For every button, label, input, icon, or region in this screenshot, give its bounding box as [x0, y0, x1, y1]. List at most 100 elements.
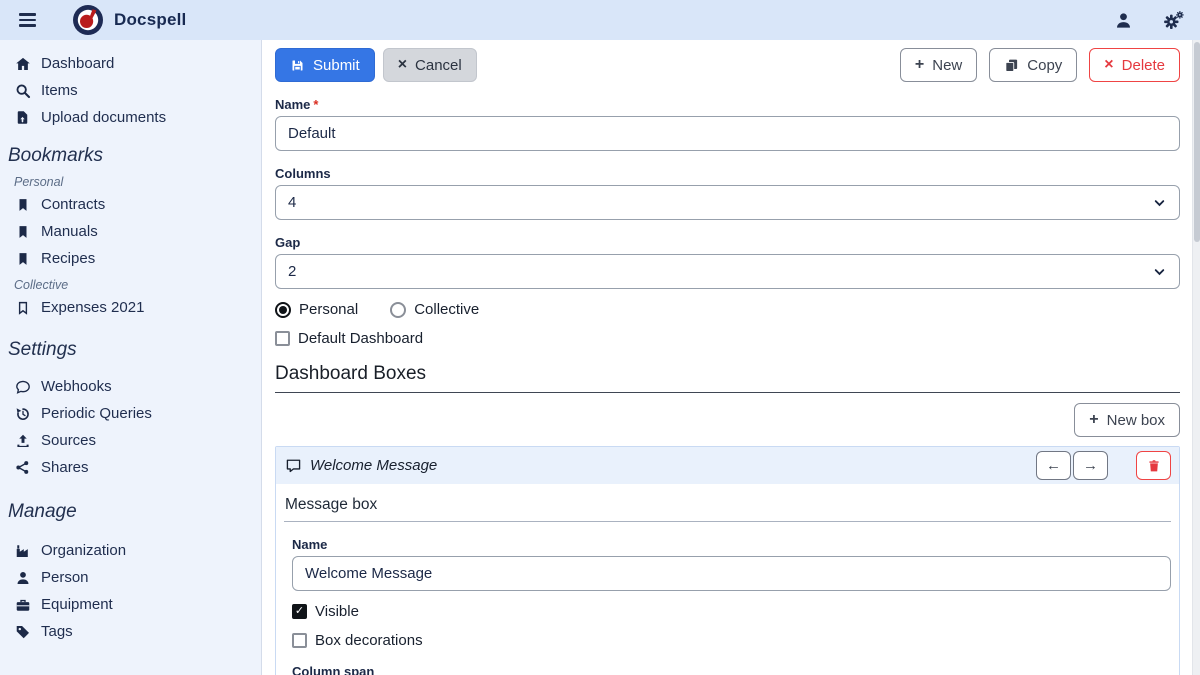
sidebar-item-label: Items: [41, 82, 78, 99]
new-box-button[interactable]: + New box: [1074, 403, 1180, 437]
visible-label: Visible: [315, 603, 359, 620]
submit-button[interactable]: Submit: [275, 48, 375, 82]
collective-radio[interactable]: [390, 302, 406, 318]
sidebar-item-manuals[interactable]: Manuals: [0, 218, 261, 245]
box-decorations-checkbox[interactable]: [292, 633, 307, 648]
sidebar-item-contracts[interactable]: Contracts: [0, 191, 261, 218]
delete-button[interactable]: × Delete: [1089, 48, 1180, 82]
trash-icon: [1147, 459, 1161, 473]
box-name-label: Name: [292, 537, 1171, 552]
personal-radio[interactable]: [275, 302, 291, 318]
user-icon[interactable]: [1110, 7, 1136, 33]
move-box-left-button[interactable]: ←: [1036, 451, 1071, 480]
dashboard-boxes-heading: Dashboard Boxes: [275, 363, 1180, 393]
plus-icon: +: [1089, 412, 1098, 428]
main-content: Submit × Cancel + New Copy × Dele: [262, 40, 1200, 675]
bookmark-icon: [14, 223, 31, 240]
person-icon: [14, 569, 31, 586]
file-upload-icon: [14, 109, 31, 126]
default-dashboard-row: Default Dashboard: [275, 330, 1180, 347]
sidebar-item-periodic-queries[interactable]: Periodic Queries: [0, 400, 261, 427]
cancel-button[interactable]: × Cancel: [383, 48, 477, 82]
comment-icon: [285, 457, 302, 474]
sidebar-item-label: Periodic Queries: [41, 405, 152, 422]
plus-icon: +: [915, 57, 924, 73]
box-decorations-label: Box decorations: [315, 632, 423, 649]
save-icon: [290, 58, 305, 73]
bookmark-group-collective: Collective: [0, 272, 261, 294]
arrow-left-icon: ←: [1046, 457, 1061, 474]
menu-icon[interactable]: [14, 7, 40, 33]
sidebar-item-label: Dashboard: [41, 55, 114, 72]
sidebar-item-label: Person: [41, 569, 89, 586]
vertical-scrollbar[interactable]: [1192, 40, 1200, 675]
sidebar-item-label: Tags: [41, 623, 73, 640]
chevron-down-icon: [1153, 265, 1166, 278]
dashboard-box-panel: Welcome Message ← → Message box Name Wel…: [275, 446, 1180, 675]
default-dashboard-label: Default Dashboard: [298, 330, 423, 347]
columns-label: Columns: [275, 166, 1180, 181]
cogs-icon[interactable]: [1160, 7, 1186, 33]
sidebar-item-person[interactable]: Person: [0, 564, 261, 591]
sidebar-item-tags[interactable]: Tags: [0, 618, 261, 645]
app-title: Docspell: [114, 10, 186, 30]
sidebar-section-bookmarks: Bookmarks: [0, 145, 261, 169]
sidebar-item-label: Sources: [41, 432, 96, 449]
sidebar-item-label: Contracts: [41, 196, 105, 213]
arrow-right-icon: →: [1083, 457, 1098, 474]
move-box-right-button[interactable]: →: [1073, 451, 1108, 480]
gap-select[interactable]: 2: [275, 254, 1180, 289]
name-input[interactable]: Default: [275, 116, 1180, 151]
sidebar-item-equipment[interactable]: Equipment: [0, 591, 261, 618]
box-decorations-row: Box decorations: [292, 632, 1171, 649]
sidebar-item-shares[interactable]: Shares: [0, 454, 261, 481]
scope-radio-group: Personal Collective: [275, 301, 1180, 318]
sidebar-item-recipes[interactable]: Recipes: [0, 245, 261, 272]
sidebar-item-label: Upload documents: [41, 109, 166, 126]
required-asterisk: *: [313, 97, 318, 112]
visible-checkbox[interactable]: ✓: [292, 604, 307, 619]
sidebar-item-dashboard[interactable]: Dashboard: [0, 50, 261, 77]
visible-row: ✓ Visible: [292, 603, 1171, 620]
sidebar-item-label: Organization: [41, 542, 126, 559]
gap-label: Gap: [275, 235, 1180, 250]
box-type-label: Message box: [284, 492, 1171, 522]
box-panel-body: Message box Name Welcome Message ✓ Visib…: [276, 484, 1179, 675]
chevron-down-icon: [1153, 196, 1166, 209]
column-span-label: Column span: [292, 664, 1171, 675]
scrollbar-thumb[interactable]: [1194, 42, 1200, 242]
search-icon: [14, 82, 31, 99]
columns-select[interactable]: 4: [275, 185, 1180, 220]
copy-icon: [1004, 58, 1019, 73]
bookmark-icon: [14, 196, 31, 213]
personal-radio-label: Personal: [299, 301, 358, 318]
sidebar-item-label: Equipment: [41, 596, 113, 613]
delete-box-button[interactable]: [1136, 451, 1171, 480]
default-dashboard-checkbox[interactable]: [275, 331, 290, 346]
sidebar-item-label: Manuals: [41, 223, 98, 240]
box-title: Welcome Message: [310, 457, 437, 474]
share-icon: [14, 459, 31, 476]
sidebar-item-expenses-2021[interactable]: Expenses 2021: [0, 294, 261, 321]
sidebar-item-label: Shares: [41, 459, 89, 476]
sidebar-item-upload[interactable]: Upload documents: [0, 104, 261, 131]
history-icon: [14, 405, 31, 422]
bookmark-group-personal: Personal: [0, 169, 261, 191]
topbar: Docspell: [0, 0, 1200, 40]
sidebar-item-organization[interactable]: Organization: [0, 537, 261, 564]
close-icon: ×: [398, 57, 407, 73]
sidebar-section-manage: Manage: [0, 501, 261, 525]
sidebar-item-label: Expenses 2021: [41, 299, 144, 316]
box-panel-header: Welcome Message ← →: [276, 447, 1179, 484]
home-icon: [14, 55, 31, 72]
sidebar-item-webhooks[interactable]: Webhooks: [0, 373, 261, 400]
briefcase-icon: [14, 596, 31, 613]
box-name-input[interactable]: Welcome Message: [292, 556, 1171, 591]
industry-icon: [14, 542, 31, 559]
docspell-logo: [72, 4, 104, 36]
copy-button[interactable]: Copy: [989, 48, 1077, 82]
sidebar-item-items[interactable]: Items: [0, 77, 261, 104]
new-button[interactable]: + New: [900, 48, 977, 82]
close-icon: ×: [1104, 57, 1113, 73]
sidebar-item-sources[interactable]: Sources: [0, 427, 261, 454]
